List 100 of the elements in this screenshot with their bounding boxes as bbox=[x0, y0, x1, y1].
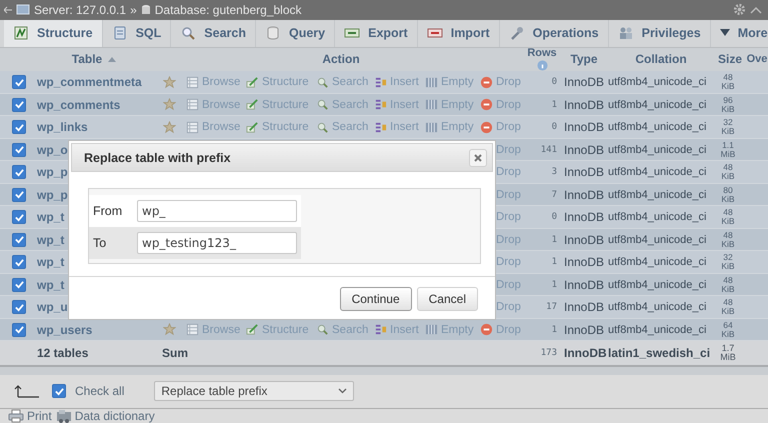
action-link[interactable]: Insert bbox=[374, 98, 425, 112]
action-link[interactable]: Browse bbox=[186, 323, 246, 336]
back-arrow-icon[interactable] bbox=[4, 6, 12, 14]
search-icon bbox=[316, 98, 329, 112]
settings-icon[interactable] bbox=[733, 3, 746, 16]
column-header[interactable]: Collation bbox=[635, 54, 687, 66]
action-link[interactable]: Drop bbox=[480, 120, 524, 134]
action-link[interactable]: Structure bbox=[246, 323, 316, 336]
size-cell-text: 48 KiB bbox=[720, 73, 736, 92]
table-icon bbox=[186, 76, 199, 89]
action-link[interactable]: Search bbox=[316, 323, 374, 336]
checkbox[interactable] bbox=[12, 278, 26, 292]
action-link[interactable]: Empty bbox=[425, 120, 480, 134]
cancel-button[interactable]: Cancel bbox=[416, 287, 478, 311]
checkbox[interactable] bbox=[12, 75, 26, 90]
size-cell-text: 48 KiB bbox=[720, 163, 736, 182]
action-link[interactable]: Structure bbox=[246, 76, 316, 89]
prefix-input[interactable]: wp_ bbox=[137, 200, 297, 222]
size-cell-text: 48 KiB bbox=[720, 230, 736, 249]
checkbox[interactable] bbox=[12, 322, 26, 337]
row-count: 1 bbox=[550, 257, 558, 268]
column-header[interactable]: Rows bbox=[527, 48, 557, 72]
pencil-icon bbox=[246, 98, 259, 112]
checkbox[interactable] bbox=[12, 142, 26, 157]
delete-icon bbox=[480, 120, 493, 134]
database-link[interactable]: Database: gutenberg_block bbox=[154, 2, 302, 17]
action-link[interactable]: Empty bbox=[425, 323, 480, 336]
row-count: 1 bbox=[550, 100, 558, 110]
engine-cell-text: InnoDB bbox=[563, 210, 604, 224]
action-link[interactable]: Insert bbox=[374, 120, 425, 134]
action-link[interactable]: Search bbox=[316, 76, 374, 89]
tab[interactable]: Privileges bbox=[608, 20, 711, 47]
insert-row-icon bbox=[374, 76, 387, 89]
action-link[interactable]: Drop bbox=[480, 98, 524, 112]
tab[interactable]: Query bbox=[256, 20, 336, 47]
collation-cell-text: utf8mb4_unicode_ci bbox=[607, 256, 708, 268]
table-name-link[interactable]: wp_commentmeta bbox=[30, 75, 154, 90]
tab[interactable]: Search bbox=[171, 20, 256, 47]
action-link[interactable]: Empty bbox=[425, 98, 480, 112]
checkbox[interactable] bbox=[12, 188, 26, 202]
action-link[interactable]: Drop bbox=[480, 76, 524, 89]
checkbox[interactable] bbox=[12, 232, 26, 247]
action-link[interactable]: Structure bbox=[246, 98, 316, 112]
action-link[interactable]: Insert bbox=[374, 76, 425, 89]
print-link[interactable]: Print bbox=[8, 409, 52, 423]
row-count: 1 bbox=[550, 324, 558, 335]
column-header[interactable]: Ove bbox=[746, 54, 768, 66]
data-dictionary-link[interactable]: Data dictionary bbox=[56, 409, 155, 423]
action-link[interactable]: Insert bbox=[374, 323, 425, 336]
checkbox[interactable] bbox=[52, 384, 66, 398]
action-link[interactable]: Search bbox=[316, 120, 374, 134]
structure-icon bbox=[13, 25, 29, 42]
engine-cell-text: InnoDB bbox=[563, 98, 604, 112]
row-count: 0 bbox=[550, 122, 558, 132]
action-link[interactable]: Structure bbox=[246, 120, 316, 134]
checkbox[interactable] bbox=[12, 255, 26, 270]
action-link[interactable]: Drop bbox=[480, 323, 524, 336]
prefix-input[interactable]: wp_testing123_ bbox=[137, 232, 297, 254]
collation-cell-text: utf8mb4_unicode_ci bbox=[607, 144, 708, 156]
action-link[interactable]: Browse bbox=[186, 76, 246, 89]
tab[interactable]: SQL bbox=[102, 20, 172, 47]
action-link[interactable]: Empty bbox=[425, 76, 480, 89]
tab[interactable]: Import bbox=[418, 20, 500, 47]
tab[interactable]: Operations bbox=[500, 20, 609, 47]
checkbox[interactable] bbox=[12, 210, 26, 224]
action-link[interactable]: Browse bbox=[186, 120, 246, 134]
engine-cell-text: InnoDB bbox=[563, 278, 604, 292]
column-header[interactable]: Size bbox=[718, 54, 742, 66]
column-header[interactable]: Type bbox=[570, 54, 598, 66]
size-cell-text: 1.1 MiB bbox=[720, 140, 736, 159]
server-icon bbox=[16, 4, 30, 16]
insert-row-icon bbox=[374, 98, 387, 112]
bulk-action-select[interactable]: Replace table prefix bbox=[154, 381, 354, 402]
table-name-link[interactable]: wp_links bbox=[30, 120, 154, 134]
star-icon bbox=[163, 98, 176, 112]
table-name-link[interactable]: wp_comments bbox=[30, 98, 154, 112]
tab[interactable]: Export bbox=[335, 20, 418, 47]
check-all-label[interactable]: Check all bbox=[75, 384, 124, 398]
continue-button[interactable]: Continue bbox=[340, 287, 412, 311]
checkbox[interactable] bbox=[12, 120, 26, 134]
checkbox[interactable] bbox=[12, 300, 26, 314]
close-button[interactable] bbox=[469, 148, 487, 166]
tab[interactable]: More bbox=[710, 20, 768, 47]
users-icon bbox=[618, 25, 634, 42]
action-link[interactable]: Search bbox=[316, 98, 374, 112]
column-header[interactable]: Action bbox=[322, 54, 360, 66]
checkbox[interactable] bbox=[12, 98, 26, 112]
insert-row-icon bbox=[374, 120, 387, 134]
table-name-link[interactable]: wp_users bbox=[30, 322, 154, 337]
tab[interactable]: Structure bbox=[4, 20, 103, 47]
collation-cell-text: utf8mb4_unicode_ci bbox=[607, 166, 708, 178]
action-link[interactable]: Browse bbox=[186, 98, 246, 112]
collapse-icon[interactable] bbox=[750, 4, 762, 15]
column-header[interactable]: Table bbox=[72, 54, 116, 66]
collation-cell-text: utf8mb4_unicode_ci bbox=[607, 324, 708, 336]
close-icon bbox=[474, 154, 482, 162]
size-cell-text: 48 KiB bbox=[720, 208, 736, 226]
server-link[interactable]: Server: 127.0.0.1 bbox=[34, 2, 126, 17]
checkbox[interactable] bbox=[12, 165, 26, 180]
collation-cell-text: utf8mb4_unicode_ci bbox=[607, 121, 708, 134]
